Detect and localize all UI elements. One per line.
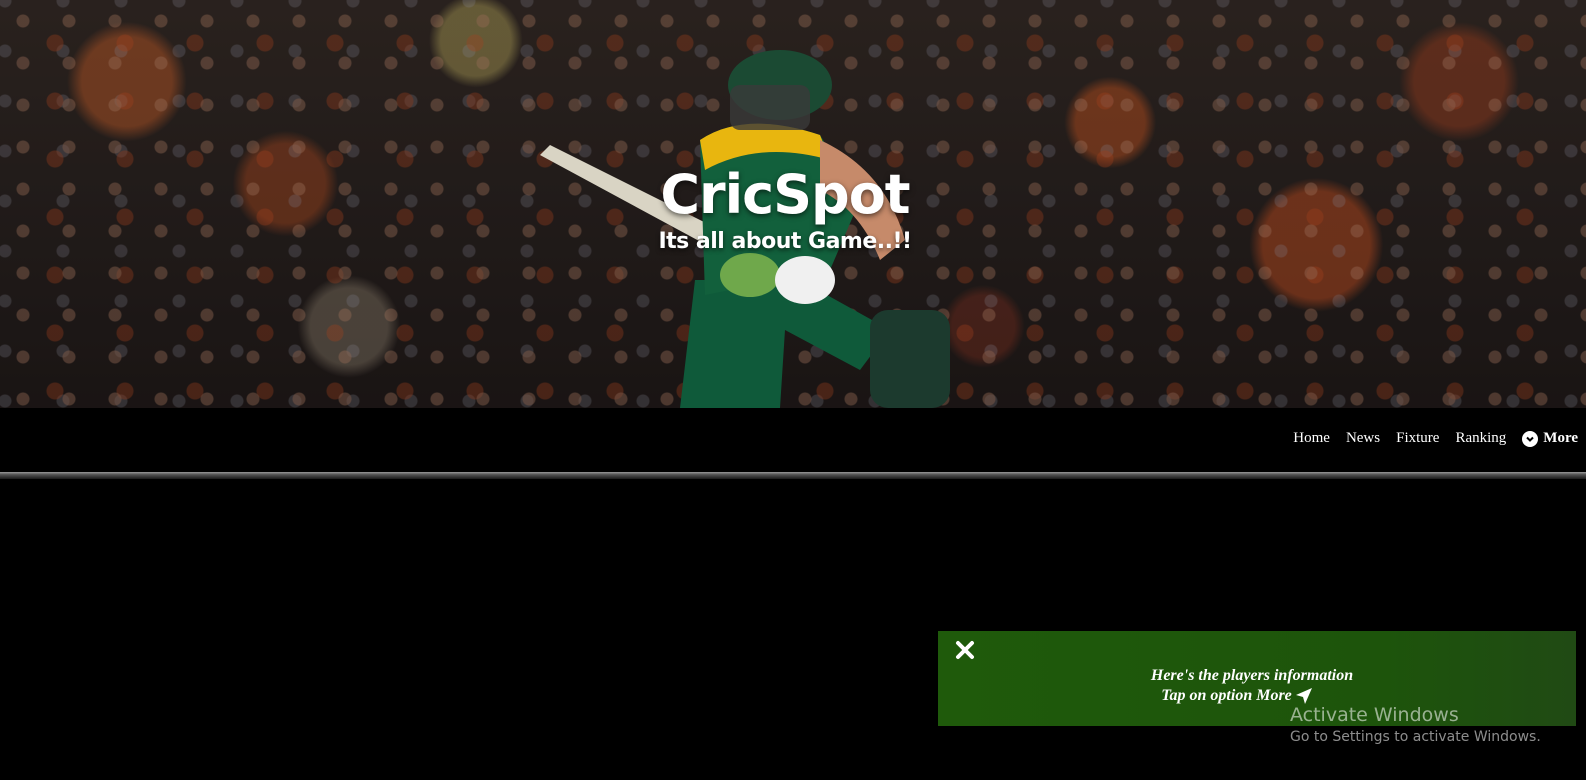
watermark-subtitle: Go to Settings to activate Windows. <box>1290 729 1541 745</box>
chevron-circle-down-icon <box>1522 430 1539 447</box>
nav-ranking-link[interactable]: Ranking <box>1455 430 1506 447</box>
nav-home-link[interactable]: Home <box>1293 430 1330 447</box>
toast-hint: Tap on option More <box>918 687 1556 705</box>
site-title: CricSpot <box>660 163 910 226</box>
hero-banner: CricSpot Its all about Game..!! <box>0 0 1586 408</box>
nav-news-link[interactable]: News <box>1346 430 1380 447</box>
navbar-divider <box>0 472 1586 479</box>
nav-fixture-link[interactable]: Fixture <box>1396 430 1439 447</box>
nav-more-dropdown[interactable]: More <box>1522 430 1578 447</box>
nav-more-label: More <box>1543 430 1578 446</box>
nav-menu: Home News Fixture Ranking More <box>1293 430 1578 447</box>
activate-windows-watermark: Activate Windows Go to Settings to activ… <box>1290 704 1541 745</box>
watermark-title: Activate Windows <box>1290 704 1459 726</box>
toast-hint-text: Tap on option More <box>1161 687 1292 704</box>
toast-message: Here's the players information <box>1150 667 1354 684</box>
close-icon[interactable] <box>954 639 976 661</box>
send-arrow-icon <box>1295 688 1312 704</box>
site-tagline: Its all about Game..!! <box>658 229 912 254</box>
